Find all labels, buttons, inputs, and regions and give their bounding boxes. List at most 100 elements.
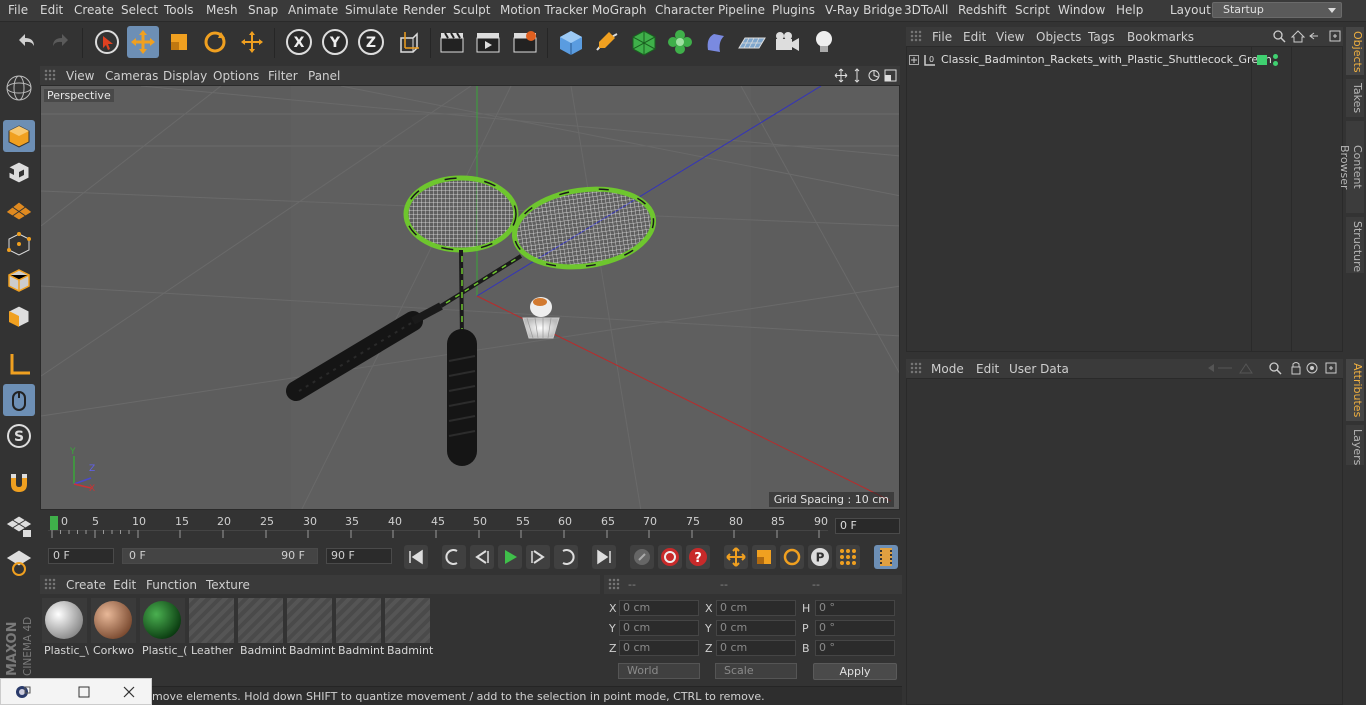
attributes-menu-mode[interactable]: Mode <box>931 362 964 376</box>
close-icon[interactable] <box>122 685 136 699</box>
live-selection-button[interactable] <box>91 26 123 58</box>
material-swatch[interactable]: Leather <box>189 598 234 658</box>
menu-render[interactable]: Render <box>403 3 446 17</box>
key-rotation-button[interactable] <box>780 545 804 569</box>
position-x-field[interactable]: 0 cm <box>619 600 699 616</box>
redo-button[interactable] <box>45 26 77 58</box>
go-to-end-button[interactable] <box>592 545 616 569</box>
panel-gripper-icon[interactable] <box>44 578 56 590</box>
menu-simulate[interactable]: Simulate <box>345 3 398 17</box>
material-swatch[interactable]: Badmint <box>287 598 335 658</box>
menu-window[interactable]: Window <box>1058 3 1105 17</box>
key-parameter-button[interactable]: P <box>808 545 832 569</box>
position-z-field[interactable]: 0 cm <box>619 640 699 656</box>
timeline-window-button[interactable] <box>874 545 898 569</box>
go-to-start-button[interactable] <box>404 545 428 569</box>
transform-tool-button[interactable] <box>236 26 268 58</box>
texture-mode-button[interactable] <box>3 156 35 188</box>
cloner-button[interactable] <box>664 26 696 58</box>
locked-workplane-button[interactable] <box>3 546 35 578</box>
coordinate-system-button[interactable] <box>393 26 425 58</box>
objects-menu-tags[interactable]: Tags <box>1088 30 1115 44</box>
maximize-icon[interactable] <box>77 685 91 699</box>
attributes-menu-edit[interactable]: Edit <box>976 362 999 376</box>
objects-menu-bookmarks[interactable]: Bookmarks <box>1127 30 1194 44</box>
points-mode-button[interactable] <box>3 228 35 260</box>
autokey-button[interactable] <box>658 545 682 569</box>
menu-3dtoall[interactable]: 3DToAll <box>904 3 948 17</box>
key-point-level-button[interactable] <box>836 545 860 569</box>
render-view-button[interactable] <box>436 26 468 58</box>
record-keys-button[interactable] <box>630 545 654 569</box>
panel-gripper-icon[interactable] <box>910 30 922 42</box>
tab-takes[interactable]: Takes <box>1346 79 1364 117</box>
next-key-button[interactable] <box>554 545 578 569</box>
menu-mesh[interactable]: Mesh <box>206 3 238 17</box>
light-button[interactable] <box>808 26 840 58</box>
start-frame-field[interactable]: 0 F <box>48 548 114 564</box>
floor-button[interactable] <box>735 26 767 58</box>
snap-magnet-button[interactable] <box>3 466 35 498</box>
objects-menu-file[interactable]: File <box>932 30 952 44</box>
viewport-camera-label[interactable]: Perspective <box>44 89 114 102</box>
objects-menu-view[interactable]: View <box>996 30 1024 44</box>
position-y-field[interactable]: 0 cm <box>619 620 699 636</box>
render-visibility-dot[interactable] <box>1273 61 1278 66</box>
viewport-menu-display[interactable]: Display <box>163 69 207 83</box>
make-editable-button[interactable] <box>3 72 35 104</box>
tab-structure[interactable]: Structure <box>1346 217 1364 273</box>
object-tree-row[interactable]: 0 Classic_Badminton_Rackets_with_Plastic… <box>907 51 1342 69</box>
viewport-menu-options[interactable]: Options <box>213 69 259 83</box>
key-position-button[interactable] <box>724 545 748 569</box>
rotation-h-field[interactable]: 0 ° <box>815 600 895 616</box>
current-frame-field[interactable]: 0 F <box>835 518 900 534</box>
z-axis-lock-button[interactable]: Z <box>355 26 387 58</box>
solo-button[interactable]: S <box>3 420 35 452</box>
layer-color-tag[interactable] <box>1257 55 1267 65</box>
menu-script[interactable]: Script <box>1015 3 1050 17</box>
menu-pipeline[interactable]: Pipeline <box>718 3 765 17</box>
tweak-mode-button[interactable] <box>3 384 35 416</box>
render-picture-viewer-button[interactable] <box>472 26 504 58</box>
menu-edit[interactable]: Edit <box>40 3 63 17</box>
previous-key-button[interactable] <box>442 545 466 569</box>
menu-file[interactable]: File <box>8 3 28 17</box>
menu-mograph[interactable]: MoGraph <box>592 3 647 17</box>
keyframe-selection-button[interactable]: ? <box>686 545 710 569</box>
model-mode-button[interactable] <box>3 120 35 152</box>
move-tool-button[interactable] <box>127 26 159 58</box>
material-swatch[interactable]: Corkwo <box>91 598 136 658</box>
editor-visibility-dot[interactable] <box>1273 54 1278 59</box>
material-swatch[interactable]: Badmint <box>336 598 384 658</box>
panel-gripper-icon[interactable] <box>608 578 620 590</box>
playhead-marker[interactable] <box>50 516 58 530</box>
edges-mode-button[interactable] <box>3 264 35 296</box>
menu-motion-tracker[interactable]: Motion Tracker <box>500 3 588 17</box>
viewport-menu-panel[interactable]: Panel <box>308 69 340 83</box>
apply-button[interactable]: Apply <box>813 663 897 680</box>
menu-snap[interactable]: Snap <box>248 3 278 17</box>
key-scale-button[interactable] <box>752 545 776 569</box>
deformer-button[interactable] <box>700 26 732 58</box>
size-mode-dropdown[interactable]: Scale <box>715 663 797 679</box>
tab-objects[interactable]: Objects <box>1346 27 1364 75</box>
previous-frame-button[interactable] <box>470 545 494 569</box>
objects-menu-edit[interactable]: Edit <box>963 30 986 44</box>
material-swatch[interactable]: Badmint <box>238 598 286 658</box>
menu-create[interactable]: Create <box>74 3 114 17</box>
menu-tools[interactable]: Tools <box>164 3 194 17</box>
expand-plus-icon[interactable] <box>909 55 919 65</box>
cube-object-button[interactable] <box>555 26 587 58</box>
axis-mode-button[interactable] <box>3 348 35 380</box>
material-menu-edit[interactable]: Edit <box>113 578 136 592</box>
tab-attributes[interactable]: Attributes <box>1346 359 1364 421</box>
subdivision-button[interactable] <box>628 26 660 58</box>
material-menu-function[interactable]: Function <box>146 578 197 592</box>
material-swatch[interactable]: Badmint <box>385 598 433 658</box>
timeline-ruler[interactable]: 0 5 10 15 20 25 30 35 40 45 50 55 60 65 … <box>40 512 902 542</box>
scale-tool-button[interactable] <box>163 26 195 58</box>
next-frame-button[interactable] <box>526 545 550 569</box>
viewport-menu-filter[interactable]: Filter <box>268 69 298 83</box>
menu-plugins[interactable]: Plugins <box>772 3 815 17</box>
menu-sculpt[interactable]: Sculpt <box>453 3 490 17</box>
